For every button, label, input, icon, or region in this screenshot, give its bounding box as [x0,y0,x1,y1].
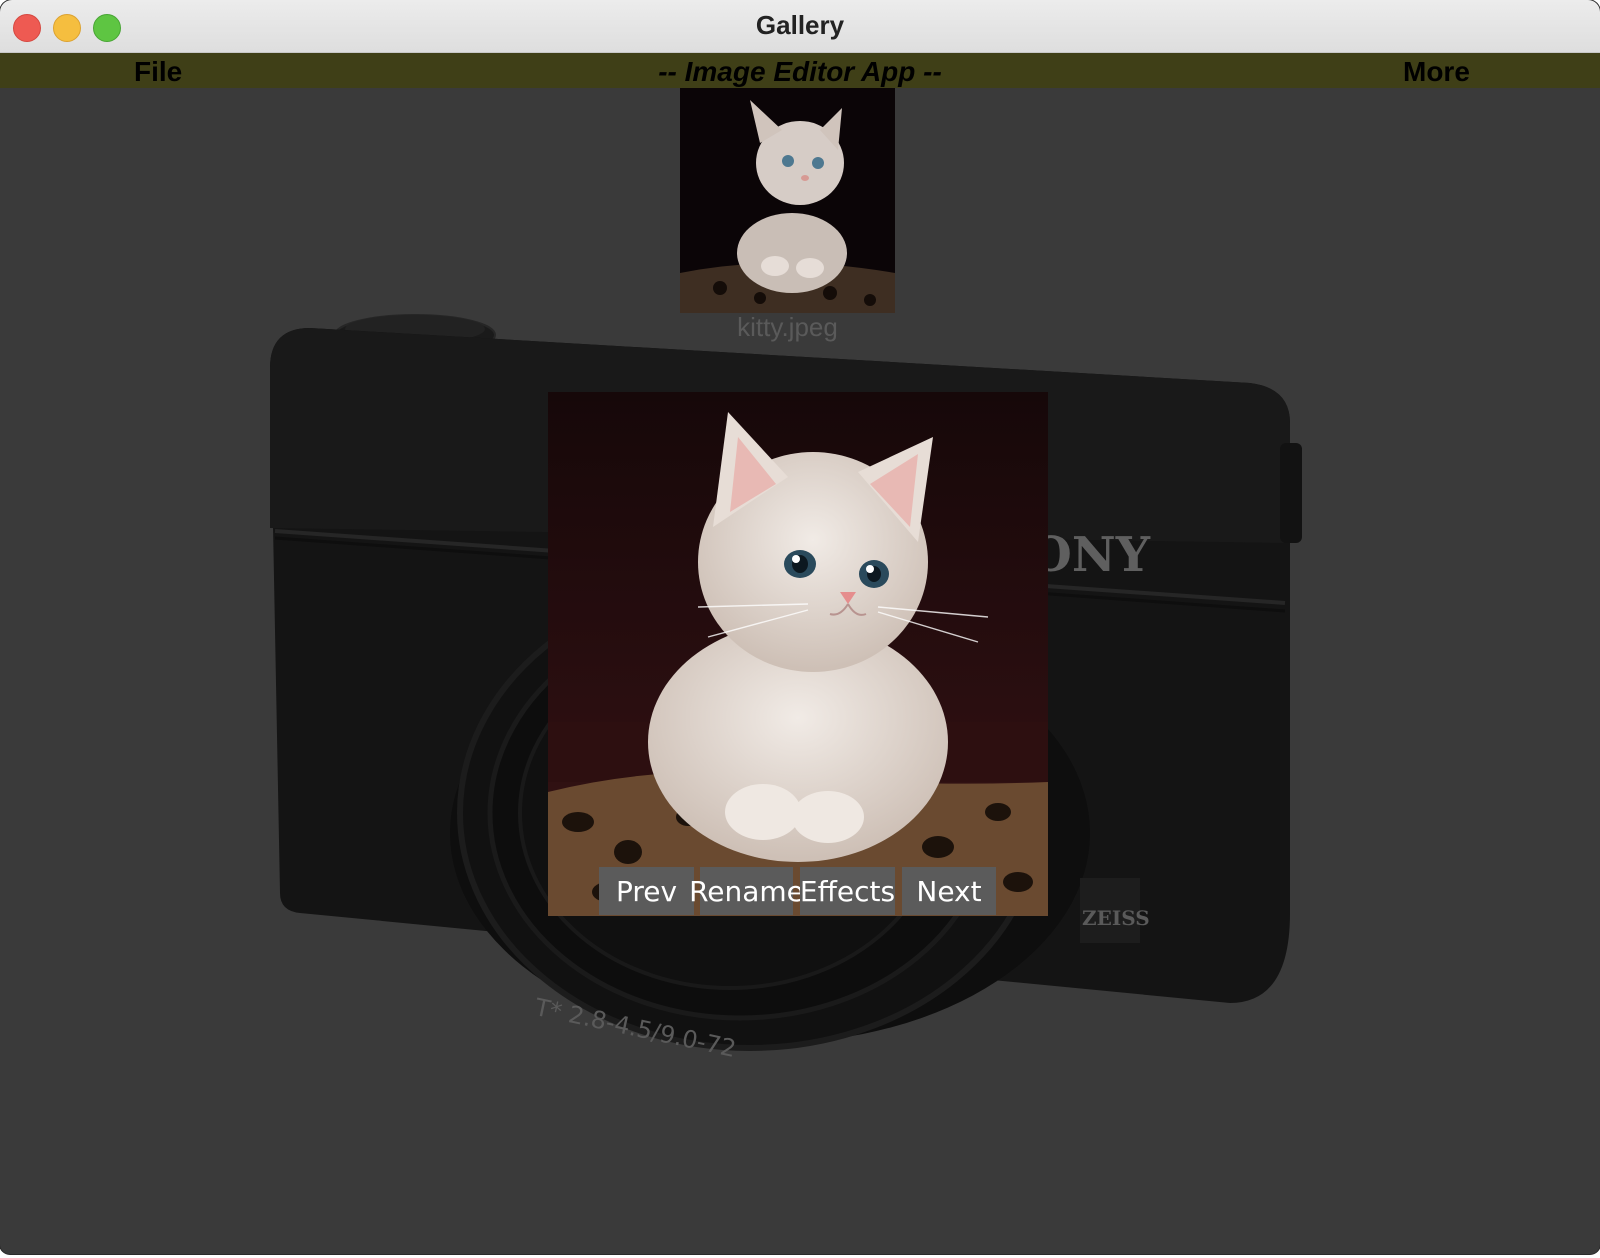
window-title: Gallery [755,10,845,40]
app-title: -- Image Editor App -- [658,56,942,87]
effects-button[interactable]: Effects [800,867,895,915]
rename-button[interactable]: Rename [689,867,804,915]
menu-bar: File -- Image Editor App -- More [0,53,1600,88]
thumbnail-filename: kitty.jpeg [737,312,838,342]
thumbnail-image[interactable] [680,88,895,313]
camera-brand-text: ONY [1030,527,1151,583]
main-image-view [548,392,1048,916]
app-window: Gallery File -- Image Editor App -- More [0,0,1600,1254]
gallery-canvas: ONY ZEISS T* 2.8-4.5/9.0-72 kitty.jpeg P… [0,88,1600,1254]
kitten-thumbnail-illustration [680,88,895,313]
prev-button[interactable]: Prev [599,867,694,915]
kitten-photo-illustration [548,392,1048,916]
lens-badge-text: ZEISS [1082,906,1150,930]
next-button[interactable]: Next [902,867,996,915]
title-bar: Gallery [0,0,1600,53]
more-menu[interactable]: More [1403,56,1470,88]
